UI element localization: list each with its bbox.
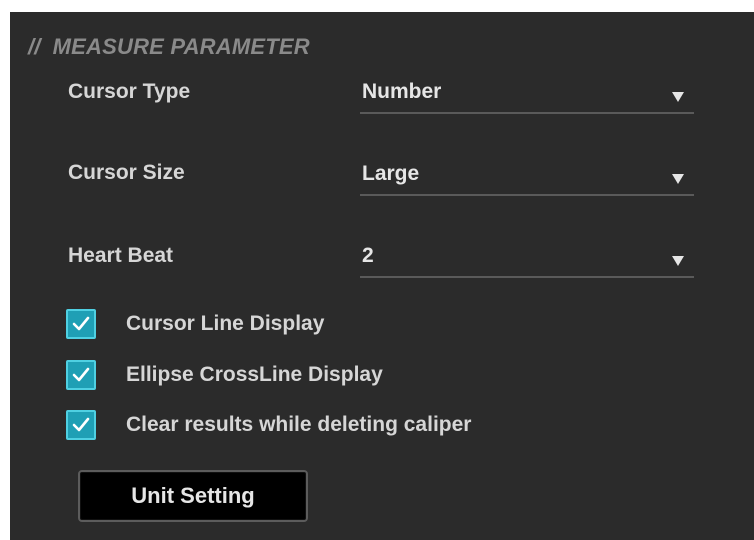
checkmark-icon bbox=[72, 316, 90, 331]
cursor-type-label: Cursor Type bbox=[68, 80, 191, 103]
heart-beat-label: Heart Beat bbox=[68, 244, 174, 267]
unit-setting-button[interactable]: Unit Setting bbox=[78, 470, 308, 522]
cursor-line-display-option[interactable]: Cursor Line Display bbox=[66, 309, 324, 339]
clear-results-label: Clear results while deleting caliper bbox=[126, 413, 472, 436]
checkmark-icon bbox=[72, 367, 90, 382]
cursor-type-dropdown[interactable]: Number bbox=[360, 78, 694, 114]
dropdown-arrow-icon bbox=[672, 92, 684, 102]
clear-results-option[interactable]: Clear results while deleting caliper bbox=[66, 410, 471, 440]
checkmark-icon bbox=[72, 417, 90, 432]
cursor-line-display-label: Cursor Line Display bbox=[126, 312, 325, 335]
cursor-size-value: Large bbox=[362, 162, 420, 185]
section-header: // MEASURE PARAMETER bbox=[28, 34, 310, 60]
ellipse-crossline-display-checkbox[interactable] bbox=[66, 360, 96, 390]
heart-beat-value: 2 bbox=[362, 244, 374, 267]
section-mark: // bbox=[28, 34, 41, 59]
section-title: MEASURE PARAMETER bbox=[52, 34, 310, 59]
cursor-size-dropdown[interactable]: Large bbox=[360, 160, 694, 196]
clear-results-checkbox[interactable] bbox=[66, 410, 96, 440]
dropdown-arrow-icon bbox=[672, 256, 684, 266]
cursor-line-display-checkbox[interactable] bbox=[66, 309, 96, 339]
ellipse-crossline-display-option[interactable]: Ellipse CrossLine Display bbox=[66, 360, 383, 390]
heart-beat-dropdown[interactable]: 2 bbox=[360, 242, 694, 278]
cursor-size-label: Cursor Size bbox=[68, 161, 185, 184]
ellipse-crossline-display-label: Ellipse CrossLine Display bbox=[126, 363, 383, 386]
measure-parameter-panel: // MEASURE PARAMETER Cursor Type Number … bbox=[10, 12, 754, 540]
cursor-type-value: Number bbox=[362, 80, 442, 103]
dropdown-arrow-icon bbox=[672, 174, 684, 184]
